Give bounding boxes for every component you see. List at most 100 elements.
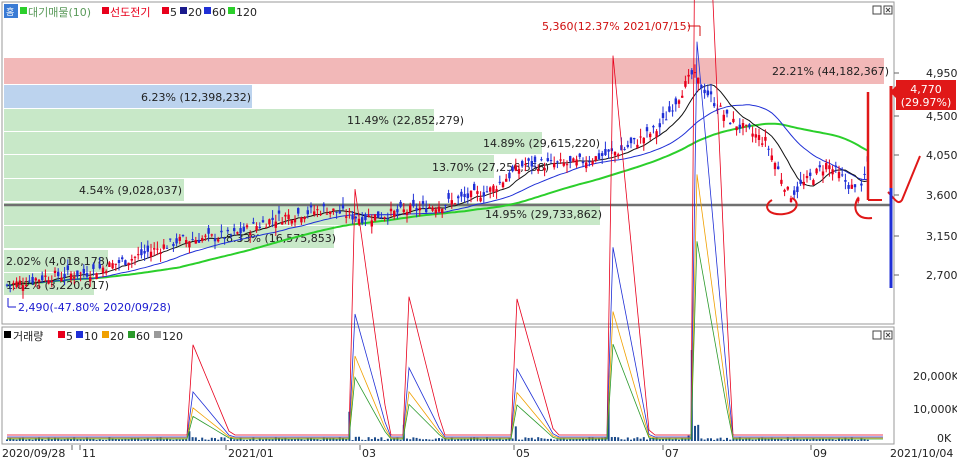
candle-body [671, 110, 674, 112]
volume-bar [790, 439, 792, 441]
volume-bar [854, 439, 856, 441]
candle-body [617, 154, 620, 157]
candle-body [143, 250, 146, 254]
candle-body [197, 239, 201, 243]
volume-bar [185, 439, 188, 441]
vol-maximize-icon[interactable] [872, 330, 882, 340]
candle-body [402, 209, 405, 213]
volume-bar [722, 439, 725, 441]
vol-ma5: 5 [66, 330, 73, 343]
candle-body [687, 74, 690, 77]
candle-body [821, 171, 825, 176]
candle-body [415, 208, 418, 211]
candle-body [114, 263, 117, 265]
volume-bar [217, 439, 220, 441]
volume-bar [374, 437, 376, 441]
volume-bar [623, 439, 626, 441]
candle-body [591, 161, 594, 165]
ytick-4: 3,600 [926, 189, 957, 202]
candle-body [732, 118, 735, 123]
legend-swatch-ma5 [162, 7, 169, 14]
candle-body [137, 254, 140, 256]
volume-bar [700, 438, 703, 441]
volume-bar [751, 439, 754, 441]
candle-body [5, 284, 9, 286]
candle-body [786, 186, 789, 190]
volume-bar [527, 437, 530, 441]
volume-bar [409, 439, 412, 441]
candle-body [319, 214, 322, 216]
volume-bar [617, 437, 620, 441]
vol-swatch-60 [128, 331, 135, 338]
candle-body [447, 193, 450, 199]
candle-body [735, 126, 738, 131]
candle-body [41, 275, 44, 281]
candle-body [345, 216, 348, 218]
candle-body [521, 161, 524, 167]
candle-body [853, 184, 857, 188]
volume-swatch [4, 331, 11, 338]
volume-bar [831, 439, 834, 441]
volume-bar [12, 439, 15, 441]
volume-bar [268, 439, 271, 441]
candle-body [428, 207, 431, 209]
candle-body [697, 77, 700, 84]
volume-bar [214, 438, 216, 441]
volume-bar [316, 439, 319, 441]
candle-body [233, 228, 236, 232]
volume-bar [351, 439, 354, 441]
volume-bar [636, 437, 639, 441]
volume-bar [262, 439, 264, 441]
candle-body [495, 189, 498, 192]
volume-bar [540, 438, 543, 441]
candle-body [73, 277, 76, 279]
candle-body [162, 244, 165, 249]
legend-ma120: 120 [236, 6, 257, 19]
candle-body [396, 209, 399, 213]
candle-body [860, 183, 863, 186]
candle-body [831, 169, 834, 175]
vol-ytick-3: 0K [937, 432, 952, 445]
volume-bar [191, 437, 194, 441]
legend-swatch-name [20, 7, 27, 14]
volume-bar [447, 439, 450, 441]
legend-ma60: 60 [212, 6, 226, 19]
candle-body [204, 235, 207, 237]
candle-body [745, 124, 748, 126]
candle-body [9, 285, 12, 287]
current-price: 4,770 [910, 83, 942, 96]
candle-body [777, 166, 780, 170]
candle-body [578, 153, 581, 157]
candle-body [117, 259, 121, 264]
candle-body [287, 214, 290, 220]
legend-ma20: 20 [188, 6, 202, 19]
candle-body [825, 163, 828, 170]
volume-bar [246, 439, 248, 441]
candle-body [713, 103, 716, 107]
volume-bar [706, 438, 709, 441]
candle-body [482, 192, 485, 197]
candle-body [297, 208, 300, 214]
volume-bar [249, 439, 252, 441]
maximize-icon[interactable] [872, 5, 882, 15]
candle-body [66, 265, 69, 270]
current-change: (29.97%) [901, 96, 952, 109]
ytick-6: 2,700 [926, 269, 957, 282]
volume-bar [236, 439, 239, 441]
volume-bar [105, 439, 108, 441]
volume-bar [9, 438, 12, 441]
volume-bar [367, 437, 370, 441]
volume-bar [242, 439, 245, 441]
volume-bar [6, 439, 8, 441]
candle-body [121, 257, 124, 260]
candle-body [284, 214, 287, 217]
candle-body [386, 218, 389, 220]
vol-ma120: 120 [162, 330, 183, 343]
candle-body [69, 273, 73, 280]
volume-bar [175, 439, 178, 441]
candle-body [309, 205, 313, 208]
xlabel-05: 05 [516, 447, 530, 460]
volume-bar [610, 437, 613, 441]
volume-bar [194, 437, 197, 441]
candle-body [258, 226, 261, 228]
